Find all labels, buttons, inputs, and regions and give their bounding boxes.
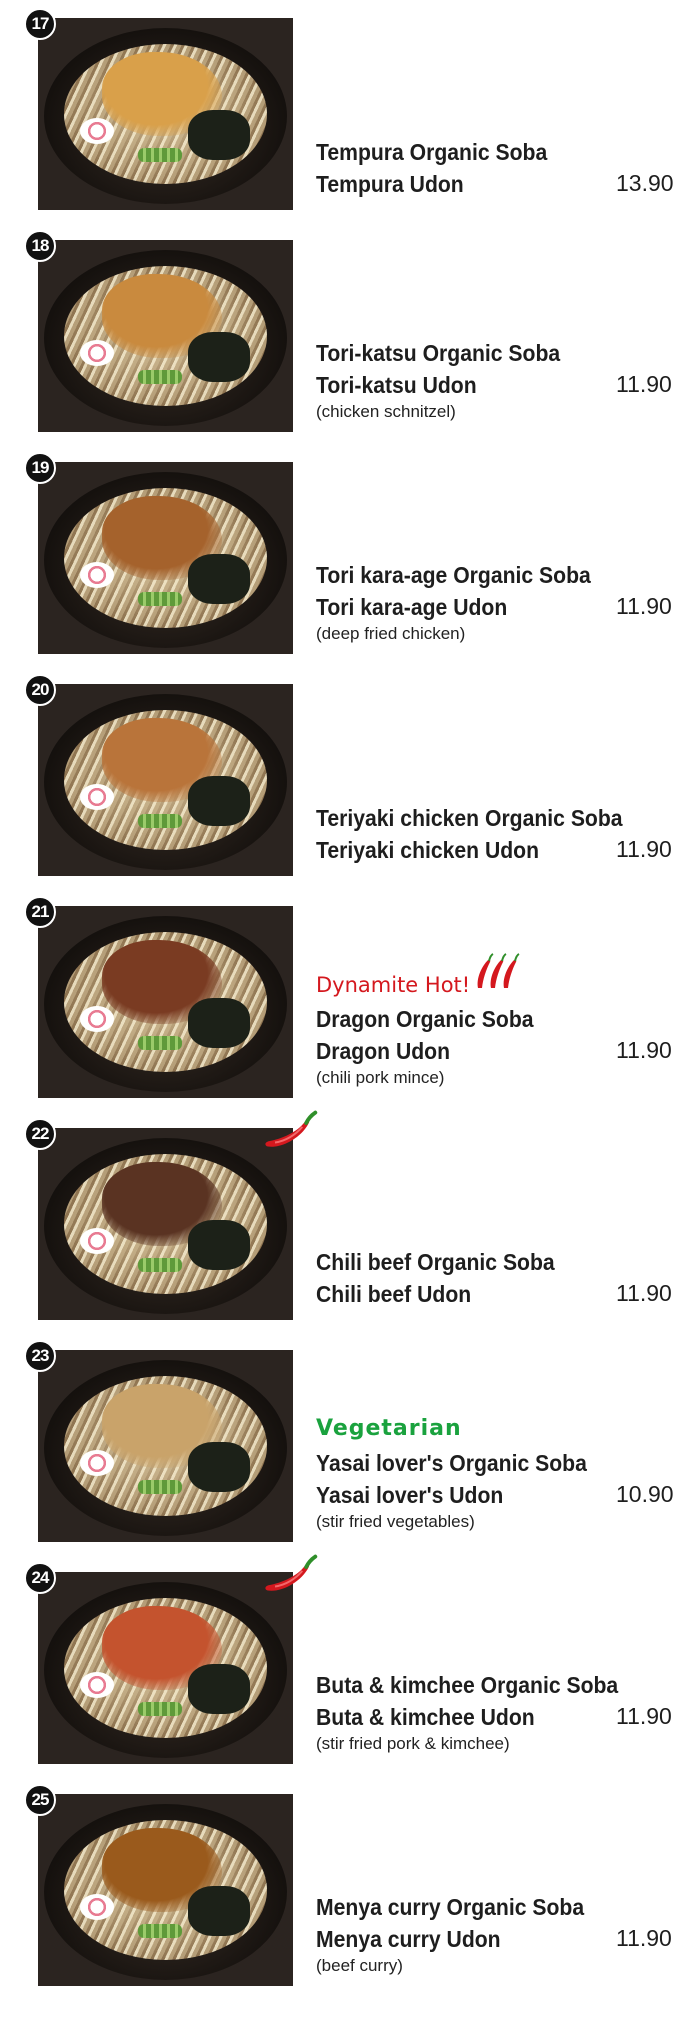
dish-photo (38, 1128, 293, 1320)
item-number-badge: 20 (24, 674, 56, 706)
item-name-soba: Tori-katsu Organic Soba (316, 340, 561, 366)
naruto-fishcake-icon (80, 1450, 114, 1476)
item-name-soba: Dragon Organic Soba (316, 1006, 534, 1032)
item-price: 11.90 (616, 1280, 672, 1306)
item-text: Teriyaki chicken Organic Soba Teriyaki ch… (316, 802, 696, 866)
item-price: 11.90 (616, 836, 672, 862)
dish-photo (38, 1350, 293, 1542)
naruto-fishcake-icon (80, 1672, 114, 1698)
item-price: 13.90 (616, 170, 674, 196)
naruto-fishcake-icon (80, 784, 114, 810)
item-description: (deep fried chicken) (316, 624, 466, 643)
dish-photo (38, 684, 293, 876)
item-number-badge: 24 (24, 1562, 56, 1594)
item-number-badge: 23 (24, 1340, 56, 1372)
item-number-badge: 18 (24, 230, 56, 262)
item-text: Dynamite Hot! Dragon Organic Soba Dragon U… (316, 952, 696, 1088)
dish-photo (38, 1572, 293, 1764)
item-price: 11.90 (616, 1925, 672, 1951)
item-price: 11.90 (616, 1703, 672, 1729)
dish-photo (38, 462, 293, 654)
menu-item: 19 Tori kara-age Organic Soba Tori kara-ag… (0, 444, 697, 666)
item-name-udon: Chili beef Udon (316, 1281, 472, 1307)
item-description: (chicken schnitzel) (316, 402, 456, 421)
item-name-soba: Tempura Organic Soba (316, 139, 548, 165)
chili-pepper-icon (262, 1110, 322, 1150)
naruto-fishcake-icon (80, 1894, 114, 1920)
menu-page: { "items": [ {"number": "17", "name_soba… (0, 0, 697, 2036)
vegetarian-label: Vegetarian (316, 1416, 462, 1441)
dish-photo (38, 18, 293, 210)
item-number-badge: 21 (24, 896, 56, 928)
item-name-udon: Buta & kimchee Udon (316, 1704, 535, 1730)
item-name-udon: Dragon Udon (316, 1038, 451, 1064)
item-name-soba: Yasai lover's Organic Soba (316, 1450, 587, 1476)
item-description: (chili pork mince) (316, 1068, 445, 1087)
item-description: (beef curry) (316, 1956, 403, 1975)
item-number-badge: 17 (24, 8, 56, 40)
naruto-fishcake-icon (80, 340, 114, 366)
item-number-badge: 19 (24, 452, 56, 484)
menu-item: 24 Buta & kimchee Organic Soba Buta & kimc… (0, 1554, 697, 1776)
menu-item: 20 Teriyaki chicken Organic Soba Teriyaki … (0, 666, 697, 888)
item-text: Chili beef Organic Soba Chili beef Udon 11… (316, 1246, 696, 1310)
item-name-soba: Buta & kimchee Organic Soba (316, 1672, 619, 1698)
item-name-soba: Chili beef Organic Soba (316, 1249, 555, 1275)
item-text: Tempura Organic Soba Tempura Udon 13.90 (316, 136, 696, 200)
item-description: (stir fried pork & kimchee) (316, 1734, 510, 1753)
menu-item: 21 Dynamite Hot! Dragon Organic Soba Dragon… (0, 888, 697, 1110)
item-number-badge: 25 (24, 1784, 56, 1816)
item-price: 11.90 (616, 371, 672, 397)
dish-photo (38, 906, 293, 1098)
item-price: 10.90 (616, 1481, 674, 1507)
item-name-udon: Tori kara-age Udon (316, 594, 508, 620)
item-name-udon: Yasai lover's Udon (316, 1482, 504, 1508)
item-name-soba: Teriyaki chicken Organic Soba (316, 805, 623, 831)
item-text: Buta & kimchee Organic Soba Buta & kimche… (316, 1669, 696, 1754)
menu-item: 23 Vegetarian Yasai lover's Organic Soba Ya… (0, 1332, 697, 1554)
dynamite-hot-label: Dynamite Hot! (316, 952, 696, 997)
item-name-soba: Menya curry Organic Soba (316, 1894, 585, 1920)
item-number-badge: 22 (24, 1118, 56, 1150)
item-text: Tori kara-age Organic Soba Tori kara-age … (316, 559, 696, 644)
item-price: 11.90 (616, 1037, 672, 1063)
naruto-fishcake-icon (80, 562, 114, 588)
chili-pepper-icon (262, 1554, 322, 1594)
menu-item: 25 Menya curry Organic Soba Menya curry Ud… (0, 1776, 697, 1998)
dish-photo (38, 1794, 293, 1986)
item-description: (stir fried vegetables) (316, 1512, 475, 1531)
three-chili-peppers-icon (472, 952, 520, 997)
naruto-fishcake-icon (80, 1006, 114, 1032)
item-price: 11.90 (616, 593, 672, 619)
naruto-fishcake-icon (80, 118, 114, 144)
menu-item: 18 Tori-katsu Organic Soba Tori-katsu Udon… (0, 222, 697, 444)
item-name-udon: Tori-katsu Udon (316, 372, 477, 398)
item-text: Tori-katsu Organic Soba Tori-katsu Udon 11… (316, 337, 696, 422)
item-name-udon: Menya curry Udon (316, 1926, 501, 1952)
naruto-fishcake-icon (80, 1228, 114, 1254)
item-name-soba: Tori kara-age Organic Soba (316, 562, 591, 588)
item-text: Vegetarian Yasai lover's Organic Soba Yasa… (316, 1416, 696, 1532)
menu-item: 22 Chili beef Organic Soba Chili beef Udon… (0, 1110, 697, 1332)
dish-photo (38, 240, 293, 432)
item-name-udon: Teriyaki chicken Udon (316, 837, 540, 863)
item-text: Menya curry Organic Soba Menya curry Udon… (316, 1891, 696, 1976)
menu-item: 17 Tempura Organic Soba Tempura Udon 13.90 (0, 0, 697, 222)
item-name-udon: Tempura Udon (316, 171, 464, 197)
